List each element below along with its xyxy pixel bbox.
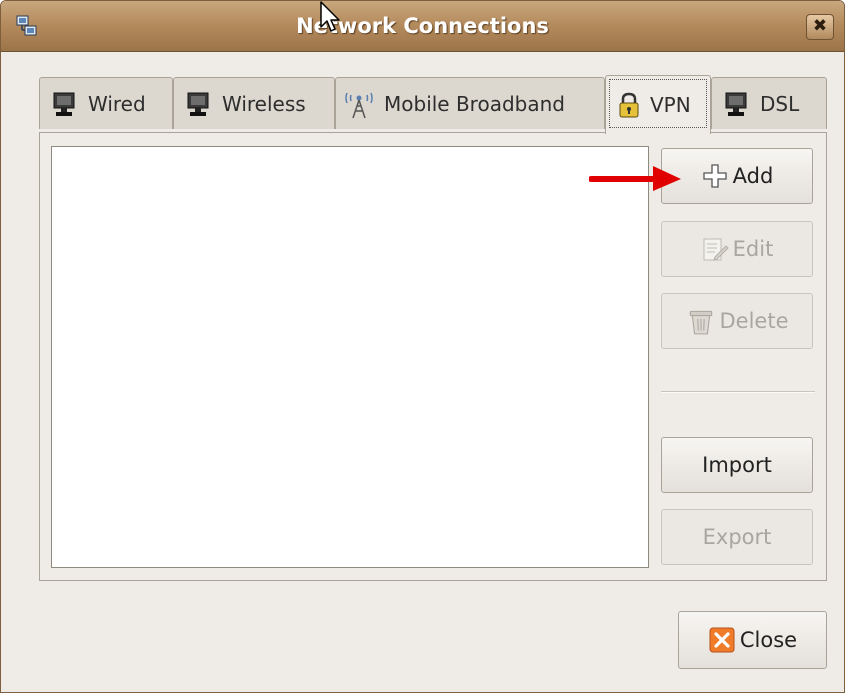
network-connections-window: Network Connections ✖ Wired Wireless Mob… xyxy=(0,0,845,693)
close-button-label: Close xyxy=(739,628,798,652)
window-close-button[interactable]: ✖ xyxy=(806,14,834,40)
button-separator xyxy=(661,391,815,393)
mobile-broadband-antenna-icon xyxy=(345,92,373,118)
vpn-connections-list[interactable] xyxy=(51,146,649,568)
wired-network-icon xyxy=(53,92,75,116)
delete-button-label: Delete xyxy=(719,309,789,333)
tab-dsl[interactable]: DSL xyxy=(711,77,827,129)
tab-wireless[interactable]: Wireless xyxy=(173,77,335,129)
wireless-network-icon xyxy=(187,92,209,116)
import-button-label: Import xyxy=(702,453,772,477)
trash-can-icon xyxy=(689,310,712,335)
add-button-label: Add xyxy=(732,164,774,188)
red-annotation-arrow-icon xyxy=(589,166,681,191)
edit-document-icon xyxy=(703,238,729,261)
title-bar[interactable]: Network Connections ✖ xyxy=(1,1,844,52)
tab-wired-label: Wired xyxy=(88,91,146,116)
export-button[interactable]: Export xyxy=(661,509,813,565)
dsl-network-icon xyxy=(725,92,747,116)
tab-wireless-label: Wireless xyxy=(222,91,306,116)
mouse-cursor-icon xyxy=(320,1,340,32)
add-plus-icon xyxy=(703,164,727,188)
tab-mobile-broadband[interactable]: Mobile Broadband xyxy=(335,77,605,129)
vpn-lock-icon xyxy=(619,92,639,118)
tab-wired[interactable]: Wired xyxy=(39,77,173,129)
import-button[interactable]: Import xyxy=(661,437,813,493)
delete-button[interactable]: Delete xyxy=(661,293,813,349)
tab-mobile-broadband-label: Mobile Broadband xyxy=(384,91,565,116)
tab-vpn-label: VPN xyxy=(650,93,691,117)
window-title: Network Connections xyxy=(296,14,549,38)
close-x-icon xyxy=(709,627,735,653)
edit-button-label: Edit xyxy=(732,237,774,261)
edit-button[interactable]: Edit xyxy=(661,221,813,277)
close-button[interactable]: Close xyxy=(678,611,827,669)
tab-dsl-label: DSL xyxy=(760,91,800,116)
export-button-label: Export xyxy=(702,525,772,549)
tab-vpn[interactable]: VPN xyxy=(605,75,711,134)
